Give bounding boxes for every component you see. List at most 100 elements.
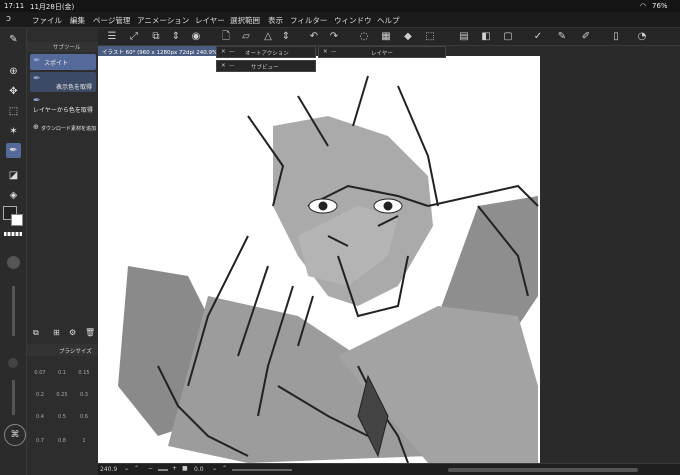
clear-icon[interactable]: ◌	[358, 31, 370, 43]
settings-icon[interactable]: ⚙	[69, 328, 76, 337]
companion-icon[interactable]: ◔	[636, 31, 648, 43]
drawing-canvas[interactable]	[98, 56, 540, 463]
fit-icon[interactable]: ■	[182, 465, 188, 472]
stepper-icon-2[interactable]: ⇕	[280, 31, 292, 43]
add-material-label: ダウンロード素材を追加	[41, 126, 97, 132]
status-time: 17:11	[4, 2, 25, 10]
brush-size-option[interactable]: 0.8	[53, 438, 71, 444]
stepper-icon[interactable]: ⇕	[170, 31, 182, 43]
save-icon[interactable]: △	[262, 31, 274, 43]
opacity-slider[interactable]	[12, 380, 15, 415]
close-icon[interactable]: ✕	[221, 63, 226, 69]
rotate-right-icon[interactable]: ⌃	[222, 465, 227, 472]
brush-size-option[interactable]: 0.5	[53, 414, 71, 420]
zoom-out-icon[interactable]: −	[148, 465, 153, 472]
transform-icon[interactable]: ▦	[380, 31, 392, 43]
brush-size-option[interactable]: 0.2	[31, 392, 49, 398]
menu-filter[interactable]: フィルター	[290, 15, 327, 26]
rotate-left-icon[interactable]: ⌄	[212, 465, 217, 472]
menu-help[interactable]: ヘルプ	[377, 15, 400, 26]
zoom-slider[interactable]	[158, 469, 168, 471]
pen-tool-icon[interactable]: ✎	[6, 32, 21, 47]
menu-animation[interactable]: アニメーション	[137, 15, 189, 26]
rotation-slider[interactable]	[232, 469, 292, 471]
menu-view[interactable]: 表示	[268, 15, 283, 26]
sub-tool-title: サブツール	[53, 45, 81, 51]
chevron-up-icon[interactable]: ⌃	[134, 465, 139, 472]
size-slider[interactable]	[12, 286, 15, 336]
add-download-material-button[interactable]: ⊕ ダウンロード素材を追加	[30, 120, 96, 136]
close-icon[interactable]: ✕	[323, 49, 328, 55]
grid-icon[interactable]: ▤	[458, 31, 470, 43]
brush-icon[interactable]: ✎	[556, 31, 568, 43]
brush-size-option[interactable]: 0.3	[75, 392, 93, 398]
contrast-icon[interactable]: ◧	[480, 31, 492, 43]
menu-window[interactable]: ウィンドウ	[334, 15, 372, 26]
menu-bar: ↄ ファイル 編集 ページ管理 アニメーション レイヤー 選択範囲 表示 フィル…	[0, 12, 680, 28]
minimize-icon[interactable]: —	[331, 49, 337, 55]
close-icon[interactable]: ✕	[221, 49, 226, 55]
edge-keyboard-icon[interactable]: ⌘	[4, 424, 26, 446]
rotation-value[interactable]: 0.0	[194, 466, 204, 473]
sub-tool-panel: サブツール ✒ スポイト ✒ 表示色を取得 ✒ レイヤーから色を取得 ⊕ ダウン…	[27, 28, 98, 475]
hamburger-icon[interactable]: ☰	[106, 31, 118, 43]
copy-icon[interactable]: ⧉	[150, 31, 162, 43]
redo-icon[interactable]: ↷	[328, 31, 340, 43]
subtool-item-eyedropper[interactable]: ✒ スポイト	[30, 54, 96, 70]
phone-icon[interactable]: ▯	[610, 31, 622, 43]
chevron-down-icon[interactable]: ⌄	[124, 465, 129, 472]
menu-edit[interactable]: 編集	[70, 15, 85, 26]
eyedropper-tool-icon[interactable]: ✒	[6, 143, 21, 158]
brush-size-option[interactable]: 1	[75, 438, 93, 444]
subtool-item-layer-color[interactable]: ✒ レイヤーから色を取得	[30, 94, 96, 114]
transparent-color-swatch[interactable]	[4, 232, 22, 236]
menu-file[interactable]: ファイル	[32, 15, 62, 26]
status-date: 11月28日(金)	[30, 3, 75, 11]
brush-size-dot-small[interactable]	[8, 358, 18, 368]
command-bar: ☰ ⤢ ⧉ ⇕ ◉ 🗋 ▱ △ ⇕ ↶ ↷ ◌ ▦ ◆ ⬚ ▤ ◧ ▢ ✓ ✎ …	[98, 28, 680, 46]
fit-view-icon[interactable]: ⤢	[128, 31, 140, 43]
move-tool-icon[interactable]: ✥	[6, 84, 21, 99]
pencil-icon[interactable]: ✐	[580, 31, 592, 43]
menu-page[interactable]: ページ管理	[93, 15, 130, 26]
new-file-icon[interactable]: 🗋	[220, 31, 232, 43]
layer-palette[interactable]: ✕ — レイヤー	[318, 46, 446, 58]
eraser-tool-icon[interactable]: ◪	[6, 168, 21, 183]
brush-size-option[interactable]: 0.15	[75, 370, 93, 376]
ios-status-bar: 17:11 11月28日(金) ◠ 76%	[0, 0, 680, 12]
zoom-in-icon[interactable]: +	[172, 465, 177, 472]
wand-tool-icon[interactable]: ✶	[6, 124, 21, 139]
fill-icon[interactable]: ◆	[402, 31, 414, 43]
record-icon[interactable]: ◉	[190, 31, 202, 43]
menu-layer[interactable]: レイヤー	[195, 15, 225, 26]
horizontal-scrollbar[interactable]	[448, 468, 638, 472]
crop-icon[interactable]: ⬚	[424, 31, 436, 43]
open-folder-icon[interactable]: ▱	[240, 31, 252, 43]
subtool-item-display-color[interactable]: ✒ 表示色を取得	[30, 72, 96, 92]
minimize-icon[interactable]: —	[229, 49, 235, 55]
auto-action-palette[interactable]: ✕ — オートアクション	[216, 46, 316, 58]
fill-tool-icon[interactable]: ◈	[6, 188, 21, 203]
copy-subtool-icon[interactable]: ⧉	[33, 328, 39, 338]
brush-size-option[interactable]: 0.07	[31, 370, 49, 376]
menu-selection[interactable]: 選択範囲	[230, 15, 260, 26]
ruler-icon[interactable]: ▢	[502, 31, 514, 43]
minimize-icon[interactable]: —	[229, 63, 235, 69]
app-logo-icon[interactable]: ↄ	[6, 14, 11, 24]
sub-view-palette[interactable]: ✕ — サブビュー	[216, 60, 316, 72]
brush-size-option[interactable]: 0.7	[31, 438, 49, 444]
trash-icon[interactable]: 🗑	[85, 328, 95, 337]
zoom-tool-icon[interactable]: ⊕	[6, 64, 21, 79]
undo-icon[interactable]: ↶	[308, 31, 320, 43]
zoom-value[interactable]: 240.9	[100, 466, 117, 473]
add-subtool-icon[interactable]: ⊞	[53, 328, 60, 337]
brush-size-dot-large[interactable]	[7, 256, 20, 269]
brush-size-option[interactable]: 0.4	[31, 414, 49, 420]
selection-tool-icon[interactable]: ⬚	[6, 104, 21, 119]
artwork-illustration	[118, 75, 539, 463]
brush-size-option[interactable]: 0.6	[75, 414, 93, 420]
sub-color-swatch[interactable]	[11, 214, 23, 226]
pen-check-icon[interactable]: ✓	[532, 31, 544, 43]
brush-size-option[interactable]: 0.1	[53, 370, 71, 376]
brush-size-option[interactable]: 0.25	[53, 392, 71, 398]
